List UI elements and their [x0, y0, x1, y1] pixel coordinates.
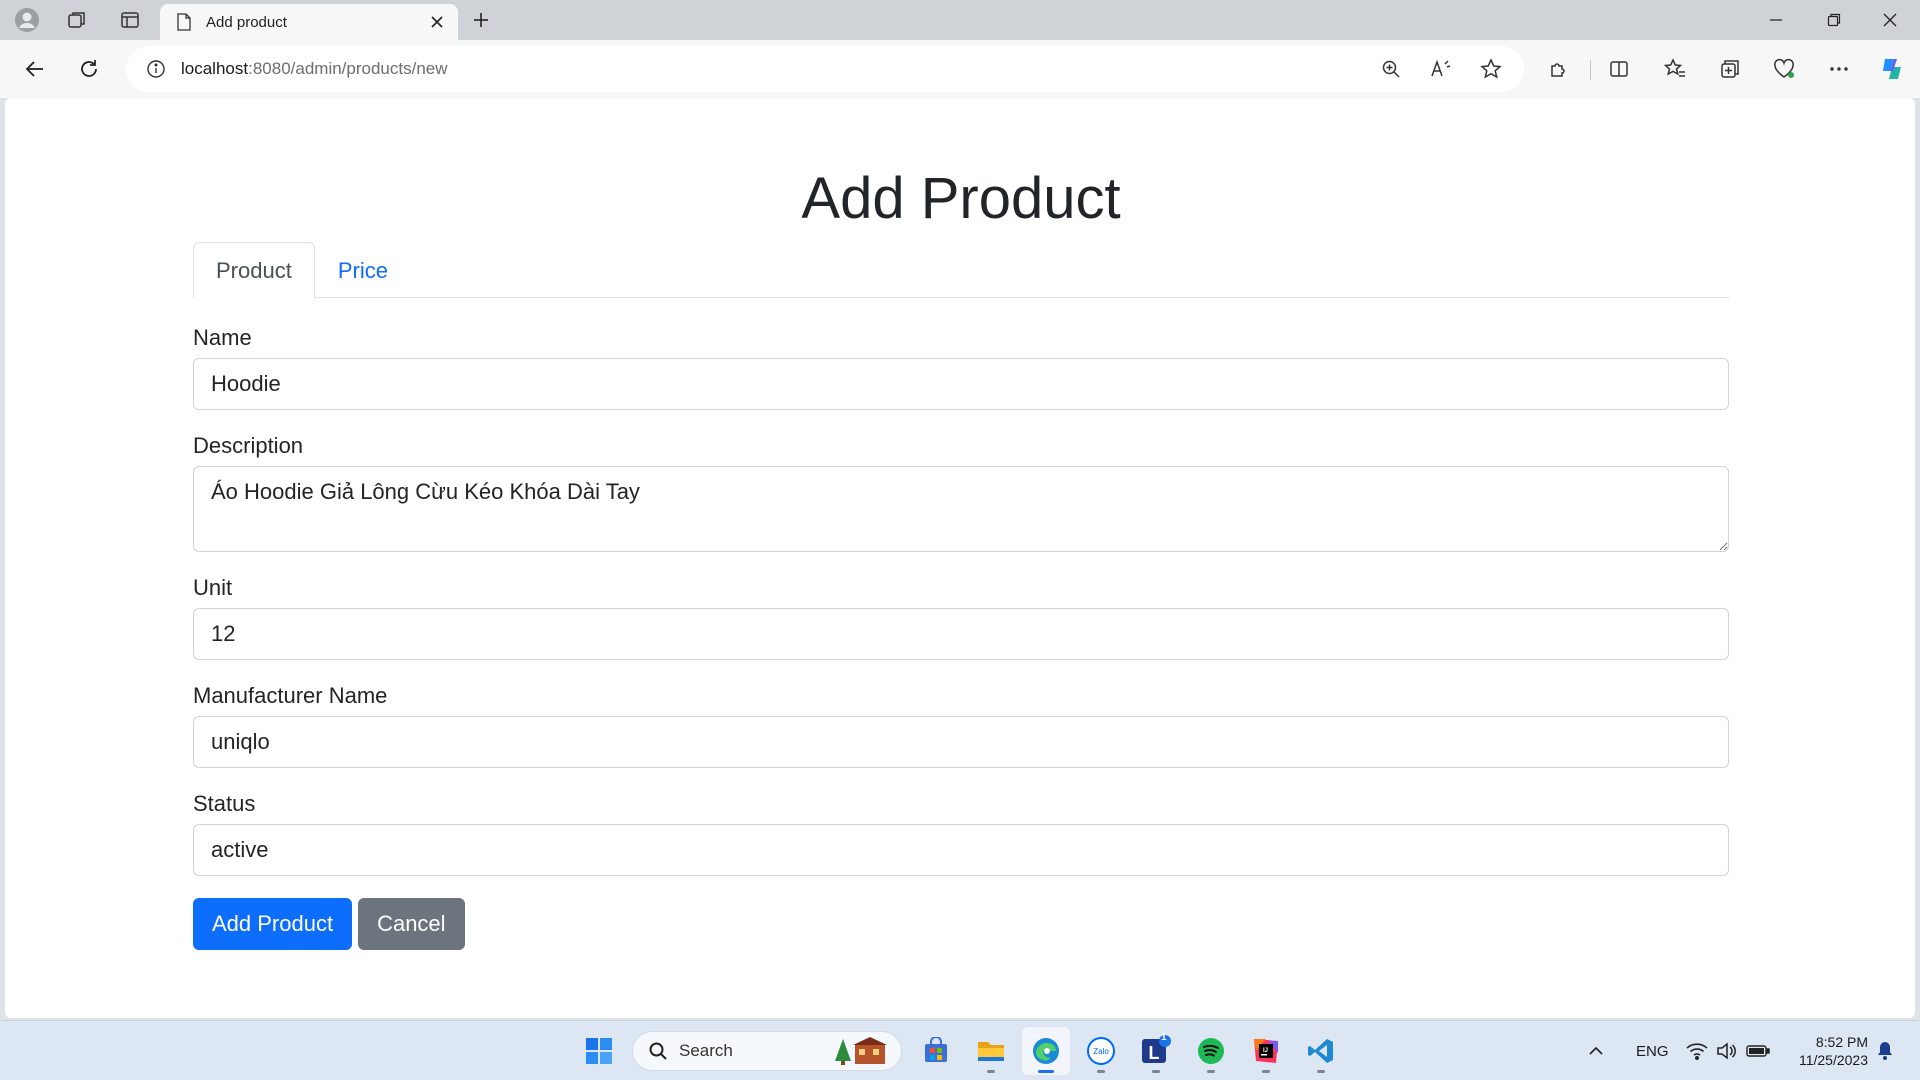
form-actions: Add Product Cancel [193, 898, 1729, 950]
read-aloud-icon[interactable] [1424, 52, 1458, 86]
spotify-icon[interactable] [1187, 1027, 1235, 1075]
copilot-icon[interactable] [1876, 52, 1910, 86]
more-options-icon[interactable] [1822, 52, 1856, 86]
back-icon[interactable] [18, 52, 52, 86]
clock-time: 8:52 PM [1815, 1034, 1868, 1050]
page-title: Add Product [801, 166, 1121, 231]
restore-icon[interactable] [1806, 0, 1862, 40]
toolbar-separator [1590, 60, 1591, 80]
workspaces-icon[interactable] [62, 5, 92, 35]
unit-label: Unit [193, 575, 233, 600]
file-explorer-icon[interactable] [967, 1027, 1015, 1075]
address-bar[interactable]: localhost:8080/admin/products/new [126, 46, 1524, 92]
manufacturer-group: Manufacturer Name [193, 682, 1729, 768]
l-app-icon[interactable]: L 1 [1132, 1027, 1180, 1075]
tab-title: Add product [206, 13, 287, 31]
search-icon [645, 1038, 671, 1064]
favorite-star-icon[interactable] [1474, 52, 1508, 86]
system-clock[interactable]: 8:52 PM 11/25/2023 [1780, 1033, 1868, 1069]
wifi-icon[interactable] [1686, 1021, 1708, 1080]
edge-browser-icon[interactable] [1022, 1027, 1070, 1075]
show-hidden-icons-icon[interactable] [1588, 1021, 1604, 1080]
svg-text:L: L [1149, 1043, 1160, 1063]
new-tab-icon[interactable] [466, 5, 496, 35]
browser-tabstrip: Add product [0, 0, 1920, 40]
search-highlight-icon [831, 1036, 891, 1066]
running-indicator [1207, 1070, 1215, 1073]
status-group: Status [193, 790, 1729, 876]
start-button-icon[interactable] [575, 1027, 623, 1075]
add-product-button[interactable]: Add Product [193, 898, 353, 950]
windows-taskbar: Search Zalo L 1 IJ ENG 8:52 PM 11/25/202… [0, 1020, 1920, 1080]
zalo-icon[interactable]: Zalo [1077, 1027, 1125, 1075]
form-container: Add Product Product Price Name Descripti… [193, 98, 1729, 950]
search-placeholder: Search [679, 1041, 733, 1060]
reload-icon[interactable] [72, 52, 106, 86]
page-icon [174, 12, 194, 32]
description-group: Description Áo Hoodie Giả Lông Cừu Kéo K… [193, 432, 1729, 552]
taskbar-search[interactable]: Search [632, 1031, 902, 1071]
extensions-icon[interactable] [1542, 52, 1576, 86]
volume-icon[interactable] [1716, 1021, 1736, 1080]
intellij-icon[interactable]: IJ [1242, 1027, 1290, 1075]
description-label: Description [193, 433, 304, 458]
description-textarea[interactable]: Áo Hoodie Giả Lông Cừu Kéo Khóa Dài Tay [193, 466, 1729, 552]
notification-badge: 1 [1161, 1032, 1167, 1043]
url-path: :8080/admin/products/new [248, 59, 448, 78]
language-text: ENG [1636, 1042, 1669, 1060]
url-text[interactable]: localhost:8080/admin/products/new [181, 59, 1374, 79]
close-window-icon[interactable] [1862, 0, 1918, 40]
running-indicator [1152, 1070, 1160, 1073]
profile-icon[interactable] [12, 5, 42, 35]
notifications-bell-icon[interactable] [1876, 1021, 1894, 1080]
manufacturer-label: Manufacturer Name [193, 683, 388, 708]
minimize-icon[interactable] [1748, 0, 1804, 40]
browser-tab-active[interactable]: Add product [160, 4, 458, 40]
name-group: Name [193, 324, 1729, 410]
vertical-tabs-icon[interactable] [115, 5, 145, 35]
name-label: Name [193, 325, 252, 350]
page-viewport: Add Product Product Price Name Descripti… [5, 98, 1915, 1018]
svg-text:IJ: IJ [1263, 1048, 1268, 1054]
running-indicator [1097, 1070, 1105, 1073]
manufacturer-input[interactable] [193, 716, 1729, 768]
tab-price[interactable]: Price [315, 242, 411, 298]
close-tab-icon[interactable] [422, 7, 452, 37]
battery-icon[interactable] [1746, 1021, 1770, 1080]
running-indicator [1262, 1070, 1270, 1073]
url-host: localhost [181, 59, 249, 78]
split-screen-icon[interactable] [1602, 52, 1636, 86]
running-indicator [1317, 1070, 1325, 1073]
name-input[interactable] [193, 358, 1729, 410]
status-label: Status [193, 791, 256, 816]
vscode-icon[interactable] [1297, 1027, 1345, 1075]
zoom-icon[interactable] [1374, 52, 1408, 86]
favorites-icon[interactable] [1658, 52, 1692, 86]
clock-date: 11/25/2023 [1798, 1052, 1868, 1068]
status-input[interactable] [193, 824, 1729, 876]
cancel-button[interactable]: Cancel [358, 898, 465, 950]
add-product-form: Name Description Áo Hoodie Giả Lông Cừu … [193, 324, 1729, 950]
tab-product[interactable]: Product [193, 242, 315, 299]
form-tabs: Product Price [193, 242, 1729, 299]
running-indicator [987, 1070, 995, 1073]
microsoft-store-icon[interactable] [912, 1027, 960, 1075]
language-indicator[interactable]: ENG [1636, 1021, 1669, 1080]
browser-essentials-icon[interactable] [1767, 52, 1801, 86]
collections-icon[interactable] [1713, 52, 1747, 86]
unit-input[interactable] [193, 608, 1729, 660]
running-indicator [1038, 1070, 1054, 1073]
site-info-icon[interactable] [141, 54, 171, 84]
unit-group: Unit [193, 574, 1729, 660]
browser-toolbar: localhost:8080/admin/products/new [0, 40, 1920, 98]
svg-text:Zalo: Zalo [1093, 1047, 1109, 1056]
